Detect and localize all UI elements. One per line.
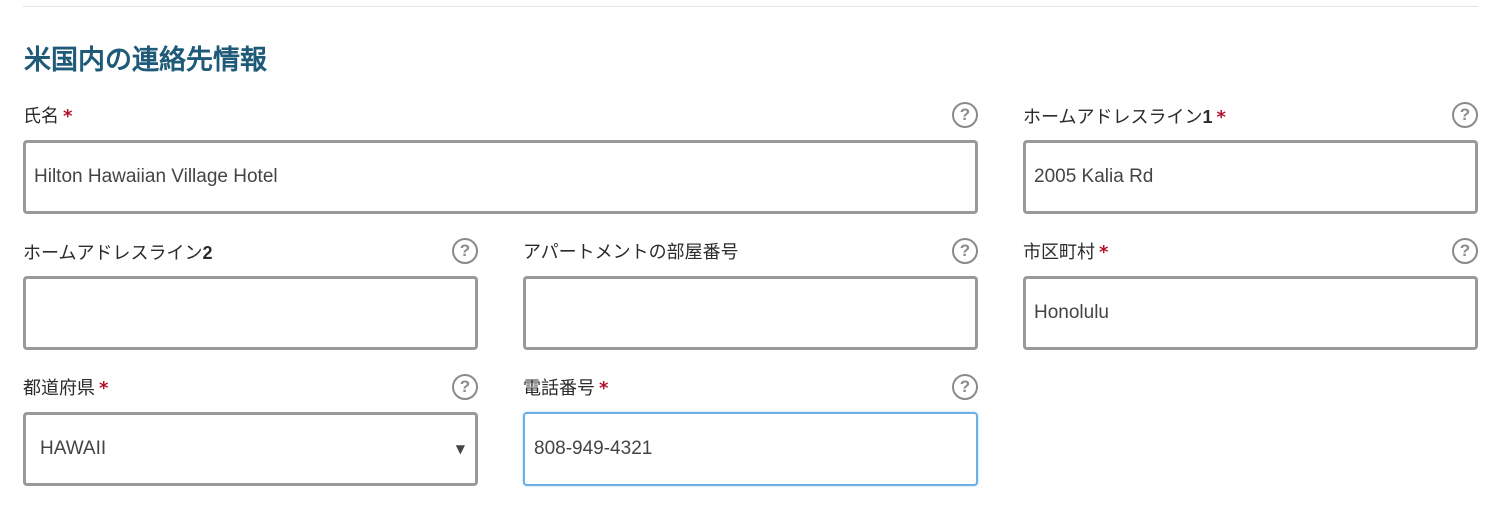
city-label: 市区町村 * [1023,242,1109,263]
help-icon[interactable]: ? [952,102,978,128]
address-line1-label: ホームアドレスライン1 * [1023,107,1226,128]
contact-info-form: 米国内の連絡先情報 氏名* ? ホームアドレスライン1* ? ホームアドレスライ… [0,0,1512,508]
required-marker: * [99,378,109,399]
help-icon[interactable]: ? [452,238,478,264]
city-field: 市区町村 * ? [1023,238,1478,352]
required-marker: * [599,378,609,399]
phone-field: 電話番号 * ? [523,374,978,488]
required-marker: * [1099,242,1109,263]
dropdown-arrow-icon[interactable]: ▼ [456,415,465,483]
address-line1-input-box[interactable] [1023,140,1478,214]
city-input[interactable] [1026,279,1475,347]
apartment-input[interactable] [526,279,975,347]
section-title: 米国内の連絡先情報 [24,45,267,76]
required-marker: * [63,106,73,127]
state-selected-value: HAWAII [40,438,107,459]
address-line2-input-box[interactable] [23,276,478,350]
address-line2-input[interactable] [26,279,475,347]
apartment-field: アパートメントの部屋番号 ? [523,238,978,352]
full-name-input-box[interactable] [23,140,978,214]
full-name-input[interactable] [26,143,975,211]
state-label: 都道府県 * [23,378,109,399]
city-input-box[interactable] [1023,276,1478,350]
help-icon[interactable]: ? [952,238,978,264]
phone-input[interactable] [525,414,976,484]
state-select[interactable]: HAWAII ▼ [23,412,478,486]
apartment-label: アパートメントの部屋番号 [523,242,739,263]
state-field: 都道府県 * ? HAWAII ▼ [23,374,478,488]
help-icon[interactable]: ? [1452,238,1478,264]
required-marker: * [1216,107,1226,128]
help-icon[interactable]: ? [452,374,478,400]
address-line2-field: ホームアドレスライン2 ? [23,238,478,352]
phone-label: 電話番号 * [523,378,609,399]
full-name-field: 氏名 * ? [23,102,978,216]
address-line2-label: ホームアドレスライン2 [23,243,213,264]
help-icon[interactable]: ? [1452,102,1478,128]
phone-input-box[interactable] [523,412,978,486]
top-divider [23,6,1478,7]
address-line1-field: ホームアドレスライン1 * ? [1023,102,1478,216]
full-name-label: 氏名 * [23,106,73,127]
apartment-input-box[interactable] [523,276,978,350]
help-icon[interactable]: ? [952,374,978,400]
address-line1-input[interactable] [1026,143,1475,211]
